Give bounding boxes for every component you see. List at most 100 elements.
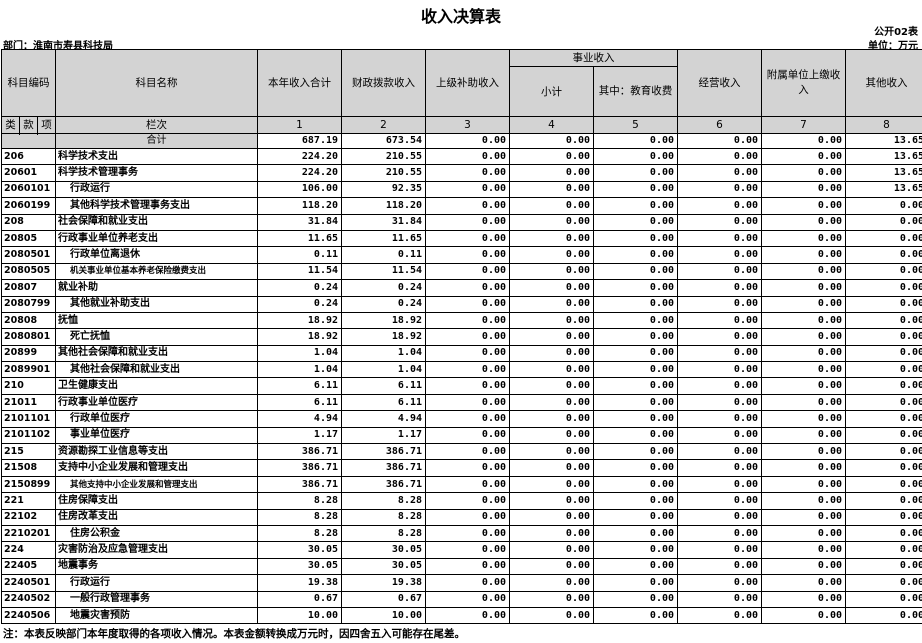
row-value: 0.00 — [761, 590, 847, 608]
row-code: 2080799 — [0, 295, 57, 313]
row-subject-name: 社会保障和就业支出 — [55, 213, 259, 231]
total-row-label: 合计 — [55, 133, 259, 149]
row-value: 19.38 — [257, 574, 343, 592]
total-value: 0.00 — [425, 133, 511, 149]
total-value: 673.54 — [341, 133, 427, 149]
row-value: 0.00 — [593, 393, 679, 412]
table-row: 2101101 行政单位医疗 4.94 4.94 0.00 0.00 0.00 0.00 0.0… — [0, 410, 922, 428]
row-value: 0.00 — [425, 606, 511, 625]
row-subject-name: 科学技术支出 — [55, 147, 259, 166]
row-value: 0.00 — [845, 508, 922, 526]
row-value: 386.71 — [341, 459, 427, 477]
row-value: 0.00 — [425, 328, 511, 346]
row-subject-name: 科学技术管理事务 — [55, 164, 259, 182]
row-value: 0.00 — [677, 164, 763, 182]
row-value: 8.28 — [257, 492, 343, 510]
row-value: 0.00 — [761, 443, 847, 461]
row-value: 0.00 — [677, 229, 763, 248]
row-value: 0.00 — [425, 459, 511, 477]
row-value: 0.00 — [761, 361, 847, 379]
row-value: 8.28 — [257, 508, 343, 526]
row-value: 0.00 — [761, 574, 847, 592]
row-value: 11.65 — [341, 229, 427, 248]
row-value: 11.54 — [341, 262, 427, 281]
header-fiscal: 财政拨款收入 — [341, 49, 427, 117]
row-value: 0.00 — [425, 229, 511, 248]
row-value: 0.00 — [677, 393, 763, 412]
header-affiliated: 附属单位上缴收入 — [761, 49, 847, 117]
table-row: 2240501 行政运行 19.38 19.38 0.00 0.00 0.00 0.00 0.0… — [0, 574, 922, 592]
row-value: 0.00 — [845, 295, 922, 313]
table-row: 2089901 其他社会保障和就业支出 1.04 1.04 0.00 0.00 0.00 0.… — [0, 361, 922, 379]
row-value: 0.00 — [677, 361, 763, 379]
row-subject-name: 就业补助 — [55, 279, 259, 297]
table-row: 221 住房保障支出 8.28 8.28 0.00 0.00 0.00 0.00 0.00 0.0… — [0, 492, 922, 510]
row-value: 0.00 — [425, 180, 511, 199]
row-value: 0.00 — [761, 311, 847, 330]
row-value: 0.00 — [593, 426, 679, 445]
row-value: 0.00 — [425, 213, 511, 231]
row-value: 0.00 — [509, 524, 595, 543]
row-value: 0.00 — [593, 443, 679, 461]
row-code: 20601 — [0, 164, 57, 182]
row-value: 0.00 — [425, 541, 511, 559]
row-value: 92.35 — [341, 180, 427, 199]
row-value: 0.00 — [845, 361, 922, 379]
row-value: 13.65 — [845, 147, 922, 166]
row-subject-name: 其他科学技术管理事务支出 — [55, 197, 259, 215]
row-code: 2060101 — [0, 180, 57, 199]
row-value: 0.00 — [845, 557, 922, 576]
row-value: 0.00 — [425, 475, 511, 494]
row-value: 0.00 — [845, 229, 922, 248]
row-value: 386.71 — [341, 475, 427, 494]
row-code: 215 — [0, 443, 57, 461]
row-value: 0.00 — [593, 328, 679, 346]
row-value: 0.00 — [593, 492, 679, 510]
row-value: 0.00 — [593, 147, 679, 166]
row-value: 8.28 — [341, 492, 427, 510]
row-value: 386.71 — [257, 475, 343, 494]
row-value: 0.00 — [425, 393, 511, 412]
row-value: 0.00 — [509, 164, 595, 182]
row-value: 0.24 — [341, 279, 427, 297]
row-value: 31.84 — [341, 213, 427, 231]
table-row: 2150899 其他支持中小企业发展和管理支出 386.71 386.71 0.00 0.… — [0, 475, 922, 494]
row-subject-name: 其他社会保障和就业支出 — [55, 361, 259, 379]
row-value: 0.00 — [677, 492, 763, 510]
row-value: 0.00 — [509, 361, 595, 379]
row-value: 0.00 — [425, 361, 511, 379]
row-value: 0.00 — [509, 459, 595, 477]
row-value: 0.00 — [593, 459, 679, 477]
row-value: 0.00 — [677, 524, 763, 543]
row-value: 0.00 — [509, 475, 595, 494]
row-value: 0.00 — [761, 344, 847, 363]
table-row: 210 卫生健康支出 6.11 6.11 0.00 0.00 0.00 0.00 0.00 0.0… — [0, 377, 922, 395]
row-value: 0.00 — [845, 311, 922, 330]
row-subject-name: 其他支持中小企业发展和管理支出 — [55, 475, 259, 494]
row-value: 11.65 — [257, 229, 343, 248]
row-value: 0.00 — [845, 541, 922, 559]
row-value: 0.00 — [509, 508, 595, 526]
table-row: 2080505 机关事业单位基本养老保险缴费支出 11.54 11.54 0.00 0.0… — [0, 262, 922, 281]
row-value: 0.00 — [593, 246, 679, 264]
row-code: 20899 — [0, 344, 57, 363]
col-num-5: 5 — [593, 116, 679, 134]
row-value: 0.00 — [509, 262, 595, 281]
row-value: 0.00 — [509, 344, 595, 363]
total-value: 0.00 — [509, 133, 595, 149]
row-subject-name: 死亡抚恤 — [55, 328, 259, 346]
row-value: 1.17 — [341, 426, 427, 445]
col-num-8: 8 — [845, 116, 922, 134]
row-value: 1.17 — [257, 426, 343, 445]
row-value: 0.00 — [425, 426, 511, 445]
row-code: 224 — [0, 541, 57, 559]
row-value: 0.11 — [257, 246, 343, 264]
row-value: 0.00 — [677, 180, 763, 199]
row-value: 31.84 — [257, 213, 343, 231]
header-business-subtotal: 小计 — [509, 66, 595, 117]
row-value: 8.28 — [257, 524, 343, 543]
row-value: 386.71 — [257, 443, 343, 461]
row-value: 30.05 — [257, 557, 343, 576]
row-code: 221 — [0, 492, 57, 510]
row-value: 0.00 — [425, 262, 511, 281]
